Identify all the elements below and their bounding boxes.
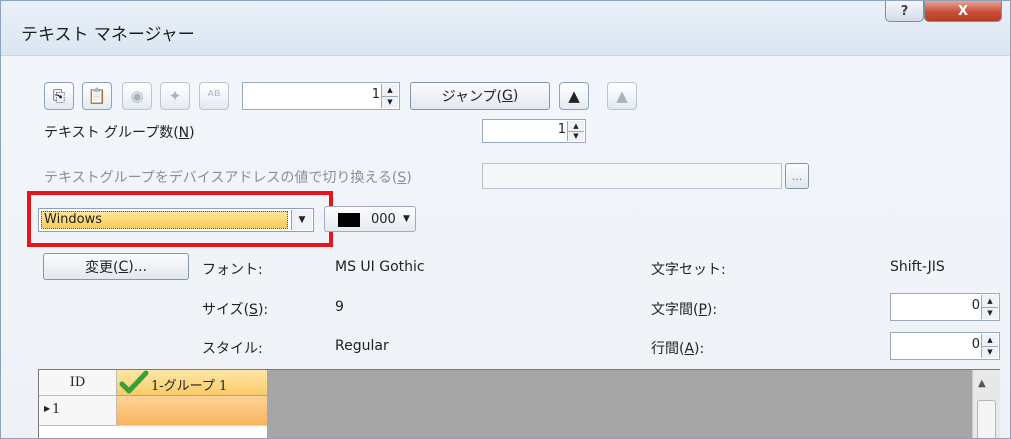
font-value: MS UI Gothic (335, 259, 425, 275)
copy-icon[interactable]: ⎘ (44, 82, 74, 110)
spacing-spinner[interactable]: 0 ▲ ▼ (890, 293, 1000, 321)
line-spacing-label: 行間(A): (651, 341, 705, 357)
title-bar: テキスト マネージャー ? X (1, 1, 1010, 56)
scrollbar-thumb[interactable] (977, 400, 996, 438)
spacing-label: 文字間(P): (651, 302, 718, 318)
vertical-scrollbar[interactable]: ▲ (972, 370, 1000, 438)
page-spinner[interactable]: 1 ▲ ▼ (242, 82, 400, 110)
charset-label: 文字セット: (651, 262, 726, 278)
spacing-arrows[interactable]: ▲ ▼ (981, 295, 998, 319)
close-button[interactable]: X (924, 1, 1002, 22)
device-switch-label: テキストグループをデバイスアドレスの値で切り換える(S) (44, 170, 412, 186)
settings-icon[interactable]: ✦ (160, 82, 190, 110)
font-mode-value: Windows (41, 211, 288, 229)
page-value: 1 (371, 87, 380, 102)
group-count-label: テキスト グループ数(N) (44, 125, 195, 141)
row-pointer-icon: ▶ (44, 404, 51, 413)
abc-icon[interactable]: ᴬᴮ (199, 82, 229, 110)
row-header[interactable]: ▶ 1 (39, 396, 117, 426)
group-count-arrows[interactable]: ▲ ▼ (567, 121, 584, 141)
text-grid[interactable]: ID 1-グループ 1 ▶ 1 ▲ (38, 369, 1000, 438)
scroll-up-icon[interactable]: ▲ (978, 378, 986, 389)
charset-value: Shift-JIS (890, 259, 945, 275)
style-value: Regular (335, 338, 389, 354)
device-browse-button[interactable]: ... (785, 163, 809, 189)
grid-row-blank (39, 426, 267, 438)
checkmark-icon (119, 370, 149, 394)
change-font-button[interactable]: 変更(C)... (43, 253, 189, 280)
size-value: 9 (335, 299, 344, 315)
color-picker[interactable]: 000 ▼ (324, 206, 416, 232)
group-cell-selected[interactable] (117, 396, 267, 426)
jump-button[interactable]: ジャンプ(G) (410, 82, 550, 110)
color-swatch (338, 213, 360, 227)
color-value: 000 (371, 212, 396, 227)
import-icon[interactable]: ◉ (122, 82, 152, 110)
previous-group-icon[interactable]: ▲ (559, 82, 589, 110)
paste-icon[interactable]: 📋 (82, 82, 112, 110)
font-mode-dropdown[interactable]: Windows ▼ (38, 208, 314, 232)
group-count-spinner[interactable]: 1 ▲ ▼ (482, 119, 586, 143)
style-label: スタイル: (202, 341, 263, 357)
id-column-header: ID (39, 370, 117, 396)
next-group-icon[interactable]: ▲ (607, 82, 637, 110)
page-spinner-arrows[interactable]: ▲ ▼ (381, 84, 398, 108)
line-spacing-arrows[interactable]: ▲ ▼ (981, 334, 998, 358)
group-column-header[interactable]: 1-グループ 1 (117, 370, 267, 396)
font-label: フォント: (202, 262, 263, 278)
color-chevron-icon: ▼ (403, 214, 410, 224)
window-title: テキスト マネージャー (21, 25, 195, 45)
chevron-down-icon[interactable]: ▼ (291, 210, 312, 230)
device-address-field[interactable] (482, 163, 782, 189)
line-spacing-spinner[interactable]: 0 ▲ ▼ (890, 332, 1000, 360)
size-label: サイズ(S): (202, 302, 269, 318)
text-manager-window: テキスト マネージャー ? X ⎘ 📋 ◉ ✦ ᴬᴮ 1 ▲ ▼ ジャンプ(G) … (0, 0, 1011, 439)
help-button[interactable]: ? (885, 1, 924, 22)
